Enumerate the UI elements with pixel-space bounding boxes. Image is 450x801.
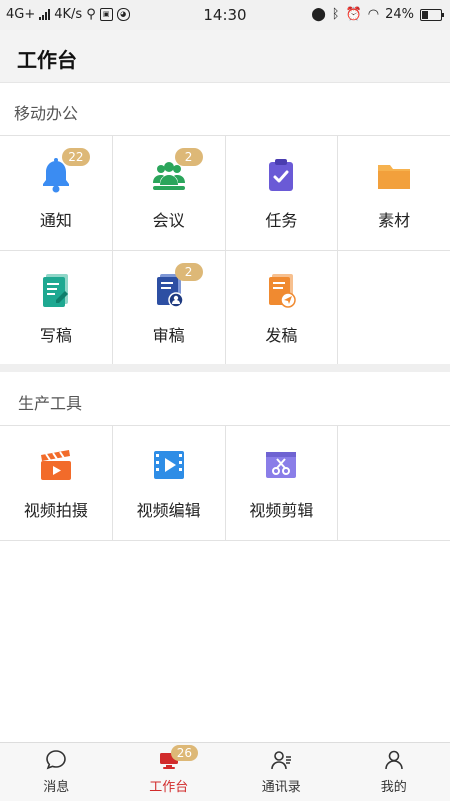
section-title-production-tools: 生产工具 (18, 390, 82, 414)
task-clipboard-icon (261, 155, 301, 195)
bottom-tab-bar: 消息 26 工作台 通讯录 我的 (0, 742, 450, 801)
contacts-icon (269, 748, 293, 772)
grid-item-video-cut[interactable]: 视频剪辑 (226, 426, 339, 540)
tab-label: 我的 (381, 776, 407, 795)
video-cut-icon (261, 445, 301, 485)
mobile-office-grid: 22 通知 2 会议 (0, 135, 450, 366)
grid-item-notice[interactable]: 22 通知 (0, 136, 113, 250)
review-badge: 2 (175, 263, 203, 281)
section-title-mobile-office: 移动办公 (14, 100, 78, 124)
page-title: 工作台 (17, 44, 77, 73)
status-right: ⬤ ᛒ ⏰ ◠ 24% (311, 7, 442, 22)
video-edit-icon (149, 445, 189, 485)
grid-item-label: 视频拍摄 (24, 497, 88, 521)
tab-label: 通讯录 (262, 776, 301, 795)
production-tools-grid: 视频拍摄 视频编辑 视频剪辑 (0, 425, 450, 541)
tab-messages[interactable]: 消息 (0, 743, 113, 801)
tab-profile[interactable]: 我的 (338, 743, 450, 801)
write-document-icon (36, 270, 76, 310)
grid-item-publish[interactable]: 发稿 (226, 251, 339, 365)
tab-label: 工作台 (149, 776, 188, 795)
grid-item-label: 通知 (40, 207, 72, 231)
section-separator (0, 364, 450, 372)
tab-contacts[interactable]: 通讯录 (225, 743, 338, 801)
grid-empty-cell (338, 251, 450, 365)
video-clapper-icon (36, 445, 76, 485)
location-icon: ⬤ (311, 7, 326, 22)
meeting-badge: 2 (175, 148, 203, 166)
tab-label: 消息 (43, 776, 69, 795)
alarm-icon: ⏰ (346, 7, 362, 22)
grid-item-label: 审稿 (153, 322, 185, 346)
workbench-badge: 26 (171, 745, 198, 761)
wifi-icon: ◠ (368, 7, 379, 22)
grid-item-review[interactable]: 2 审稿 (113, 251, 226, 365)
grid-row: 写稿 2 审稿 发稿 (0, 251, 450, 366)
grid-item-meeting[interactable]: 2 会议 (113, 136, 226, 250)
battery-percent: 24% (385, 7, 414, 22)
grid-item-label: 写稿 (40, 322, 72, 346)
folder-icon (374, 155, 414, 195)
grid-item-label: 视频编辑 (137, 497, 201, 521)
tab-workbench[interactable]: 26 工作台 (113, 743, 226, 801)
notice-badge: 22 (62, 148, 90, 166)
status-bar: 4G+ 4K/s ⚲ ▣ ◕ 14:30 ⬤ ᛒ ⏰ ◠ 24% (0, 0, 450, 30)
grid-row: 视频拍摄 视频编辑 视频剪辑 (0, 426, 450, 541)
grid-item-label: 素材 (378, 207, 410, 231)
grid-item-material[interactable]: 素材 (338, 136, 450, 250)
message-icon (44, 748, 68, 772)
grid-item-label: 任务 (265, 207, 297, 231)
grid-item-write[interactable]: 写稿 (0, 251, 113, 365)
battery-icon (420, 9, 442, 21)
bluetooth-icon: ᛒ (332, 7, 340, 22)
grid-item-label: 发稿 (265, 322, 297, 346)
grid-item-video-edit[interactable]: 视频编辑 (113, 426, 226, 540)
publish-document-icon (261, 270, 301, 310)
grid-item-label: 会议 (153, 207, 185, 231)
grid-item-label: 视频剪辑 (249, 497, 313, 521)
grid-row: 22 通知 2 会议 (0, 136, 450, 251)
app-header: 工作台 (0, 30, 450, 83)
profile-icon (382, 748, 406, 772)
grid-empty-cell (338, 426, 450, 540)
grid-item-video-shoot[interactable]: 视频拍摄 (0, 426, 113, 540)
grid-item-task[interactable]: 任务 (226, 136, 339, 250)
